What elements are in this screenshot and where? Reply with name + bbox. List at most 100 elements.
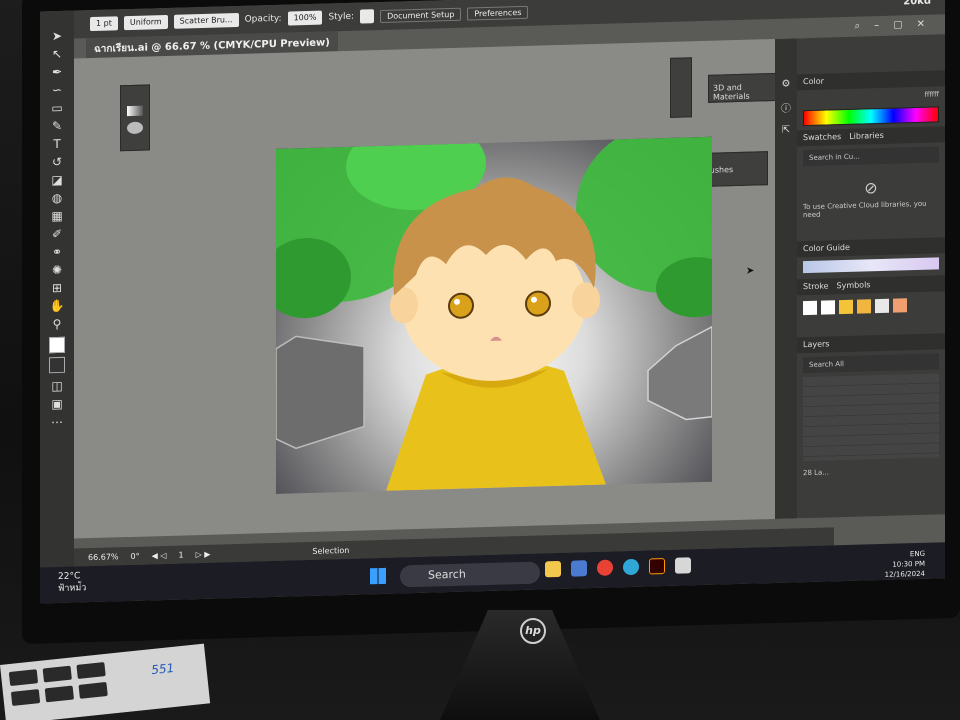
artboard-next-icon[interactable]: ▷ ▶ — [196, 549, 211, 558]
file-explorer-icon[interactable] — [545, 560, 561, 578]
photo-scene: 1 pt Uniform Scatter Bru... Opacity: 100… — [0, 0, 960, 720]
symbol-sprayer-tool-icon[interactable]: ✺ — [47, 261, 67, 280]
export-icon[interactable]: ⇱ — [775, 124, 797, 136]
selection-tool-icon[interactable]: ➤ — [47, 27, 67, 46]
tab-layers[interactable]: Layers — [803, 336, 829, 353]
stroke-symbols-header: Stroke Symbols — [797, 275, 945, 296]
direct-selection-tool-icon[interactable]: ↖ — [47, 45, 67, 64]
tab-libraries[interactable]: Libraries — [849, 128, 884, 145]
zoom-field[interactable]: 66.67% — [88, 552, 119, 562]
keyboard-label: 551 — [150, 660, 175, 678]
store-icon[interactable] — [571, 560, 587, 577]
cursor-icon: ➤ — [746, 265, 755, 277]
stroke-weight-field[interactable]: 1 pt — [90, 16, 118, 32]
chrome-icon[interactable] — [597, 559, 613, 576]
symbol-swatch[interactable] — [875, 298, 889, 314]
color-guide-strip[interactable] — [803, 257, 939, 274]
edge-icon[interactable] — [623, 558, 639, 576]
hp-logo: hp — [520, 618, 546, 644]
tab-swatches[interactable]: Swatches — [803, 129, 841, 146]
canvas[interactable]: 3D and Materials Brushes ➤ — [74, 37, 814, 539]
illustrator-icon[interactable] — [649, 558, 665, 575]
style-label: Style: — [328, 11, 355, 23]
pen-tool-icon[interactable]: ✒ — [47, 63, 67, 82]
hand-tool-icon[interactable]: ✋ — [47, 297, 67, 316]
stroke-profile-select[interactable]: Uniform — [123, 14, 168, 31]
symbol-swatch[interactable] — [893, 298, 907, 313]
tab-stroke[interactable]: Stroke — [803, 278, 829, 295]
artboard-nav-icon[interactable]: ◀ ◁ — [152, 550, 167, 559]
rock-left — [276, 335, 365, 450]
rotation-field[interactable]: 0° — [131, 551, 140, 560]
properties-icon[interactable]: ⚙ — [775, 78, 797, 90]
brush-select[interactable]: Scatter Bru... — [173, 12, 239, 29]
transparency-icon[interactable] — [127, 121, 143, 135]
info-icon[interactable]: ⓘ — [775, 99, 797, 115]
close-icon[interactable]: ✕ — [917, 19, 925, 30]
zoom-tool-icon[interactable]: ⚲ — [47, 315, 67, 334]
minimize-icon[interactable]: – — [874, 20, 879, 31]
weather-text: ฟ้าหม่ัว — [58, 583, 87, 594]
three-d-label[interactable]: 3D and Materials — [713, 83, 750, 102]
stroke-swatch[interactable] — [49, 356, 65, 374]
eraser-tool-icon[interactable]: ◪ — [47, 171, 67, 190]
window-controls: ⌕ – ▢ ✕ — [855, 19, 925, 32]
symbol-swatch[interactable] — [839, 299, 853, 315]
fill-swatch[interactable] — [49, 336, 65, 354]
tab-symbols[interactable]: Symbols — [837, 277, 871, 294]
pencil-tool-icon[interactable]: ✎ — [47, 117, 67, 136]
key — [78, 681, 108, 699]
symbol-swatch[interactable] — [857, 299, 871, 314]
color-spectrum[interactable] — [803, 106, 939, 127]
more-tools-icon[interactable]: ⋯ — [47, 413, 67, 432]
eye-right — [525, 290, 551, 317]
hex-input[interactable]: ffffff — [925, 90, 939, 98]
artboard-tool-icon[interactable]: ⊞ — [47, 279, 67, 298]
tab-color-guide[interactable]: Color Guide — [803, 240, 850, 257]
panel-icon-strip: ⚙ ⓘ ⇱ — [775, 38, 797, 519]
libraries-search[interactable]: Search in Cu... — [803, 146, 939, 167]
key — [8, 669, 39, 687]
gradient-icon[interactable] — [127, 105, 143, 117]
opacity-field[interactable]: 100% — [287, 10, 323, 26]
taskbar-search[interactable]: Search — [400, 561, 540, 588]
draw-mode-icon[interactable]: ◫ — [47, 377, 67, 396]
artboard[interactable] — [276, 136, 712, 494]
screen-mode-icon[interactable]: ▣ — [47, 395, 67, 414]
artboard-number[interactable]: 1 — [178, 550, 183, 559]
type-tool-icon[interactable]: T — [47, 135, 67, 154]
key — [42, 665, 72, 683]
layers-count: 28 La... — [803, 468, 829, 478]
top-right-label: 20kd — [903, 0, 931, 7]
notepad-icon[interactable] — [675, 557, 691, 574]
system-tray: ENG 10:30 PM 12/16/2024 — [885, 549, 925, 580]
blend-tool-icon[interactable]: ⚭ — [47, 243, 67, 262]
align-mini-panel — [670, 57, 692, 118]
shape-builder-tool-icon[interactable]: ◍ — [47, 189, 67, 208]
rotate-tool-icon[interactable]: ↺ — [47, 153, 67, 172]
gradient-tool-icon[interactable]: ▦ — [47, 207, 67, 226]
layers-list — [803, 373, 939, 462]
search-icon[interactable]: ⌕ — [855, 21, 861, 32]
key — [10, 689, 41, 706]
libraries-panel-header: Swatches Libraries — [797, 126, 945, 147]
symbols-row — [803, 297, 939, 316]
preferences-button[interactable]: Preferences — [467, 5, 529, 21]
windows-start-icon[interactable] — [370, 567, 386, 585]
illustration — [276, 136, 712, 491]
rectangle-tool-icon[interactable]: ▭ — [47, 99, 67, 118]
symbol-swatch[interactable] — [803, 300, 817, 316]
maximize-icon[interactable]: ▢ — [893, 19, 902, 30]
libraries-message: To use Creative Cloud libraries, you nee… — [803, 199, 927, 220]
key — [44, 685, 75, 703]
clock-date[interactable]: 12/16/2024 — [885, 569, 925, 580]
layers-search[interactable]: Search All — [803, 353, 939, 374]
style-swatch[interactable] — [360, 9, 375, 24]
eyedropper-tool-icon[interactable]: ✐ — [47, 225, 67, 244]
symbol-swatch[interactable] — [821, 300, 835, 315]
weather-widget[interactable]: 22°C ฟ้าหม่ัว — [58, 570, 86, 595]
opacity-label: Opacity: — [244, 13, 282, 25]
document-setup-button[interactable]: Document Setup — [380, 7, 462, 23]
tab-color[interactable]: Color — [803, 74, 824, 91]
curvature-tool-icon[interactable]: ∽ — [47, 81, 67, 100]
